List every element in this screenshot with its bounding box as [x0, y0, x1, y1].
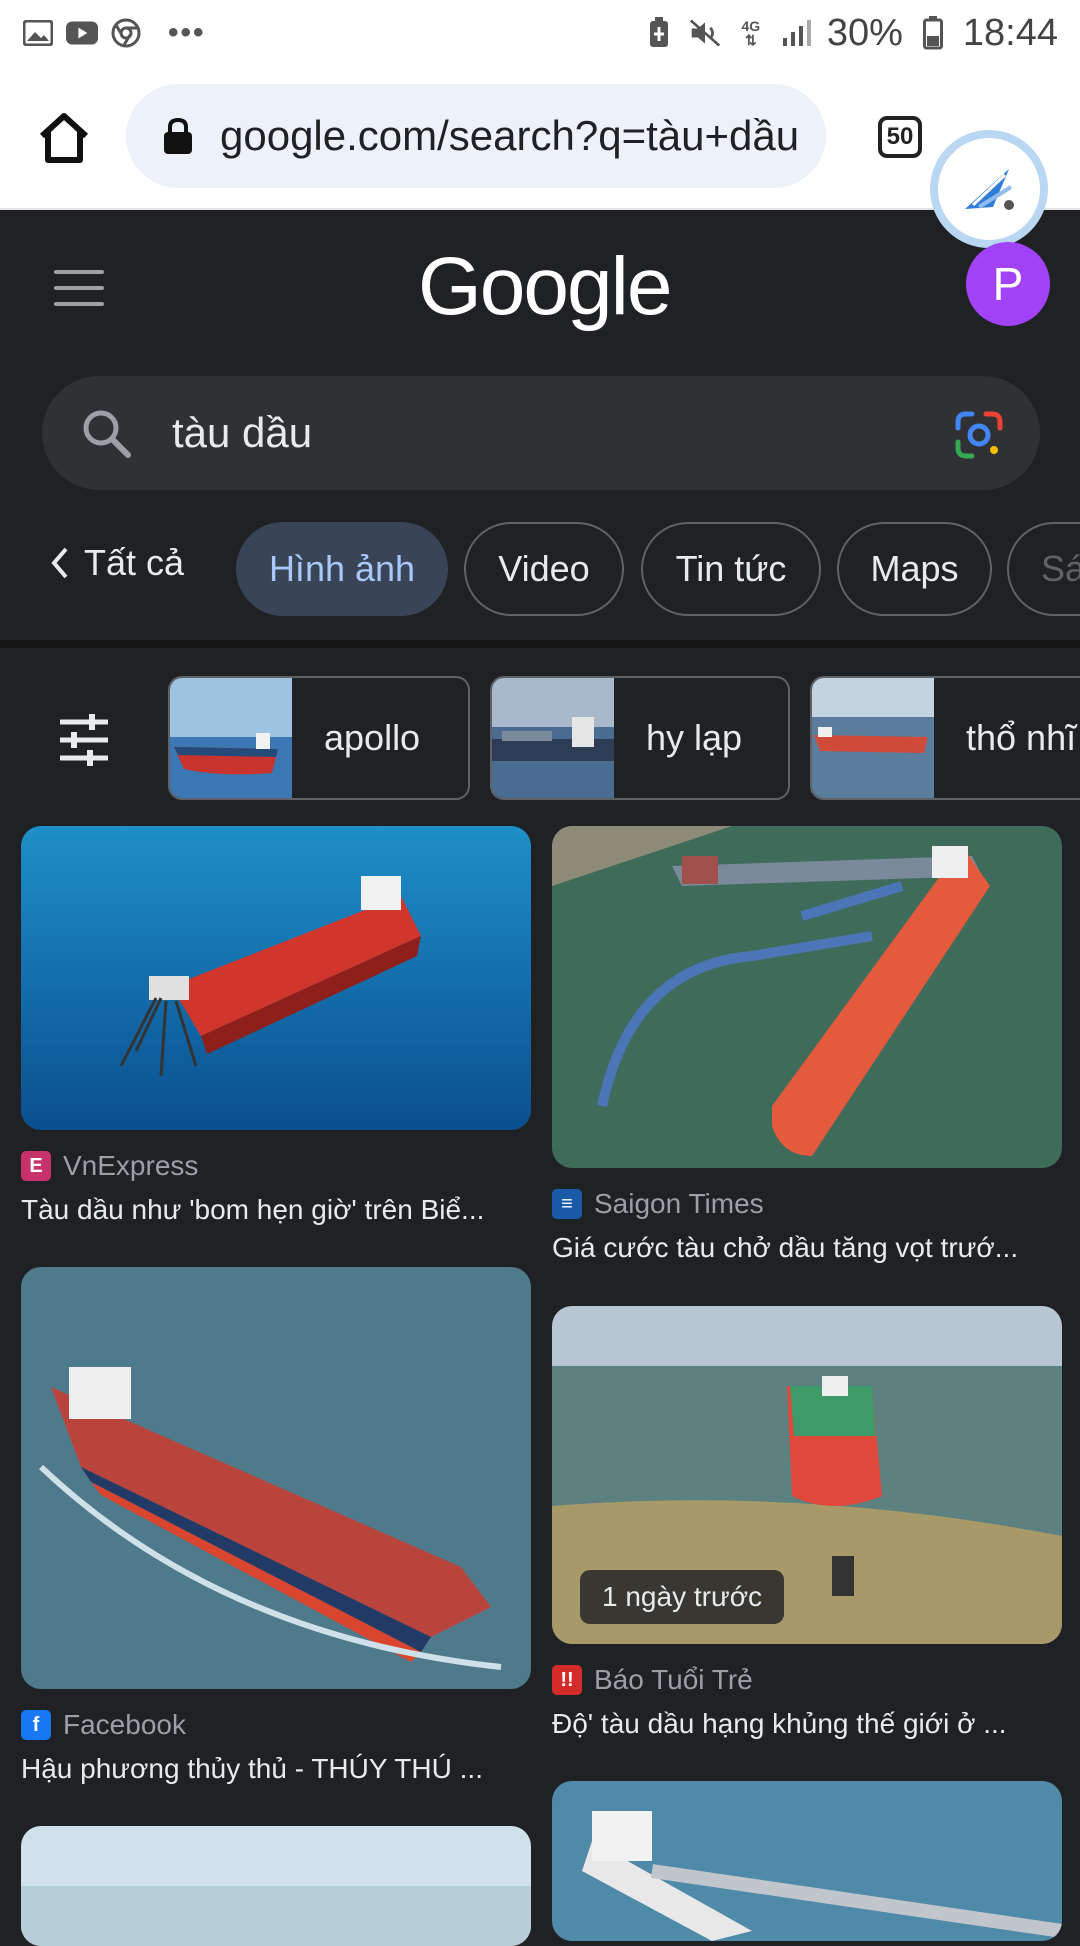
- signal-icon: [781, 19, 813, 47]
- ship-thumbnail: [170, 678, 292, 798]
- ship-thumbnail: [492, 678, 614, 798]
- feather-logo-icon: [965, 169, 1014, 210]
- home-icon: [39, 113, 89, 163]
- network-4g-icon: 4G ⇅: [741, 18, 761, 48]
- suggestion-chip-hy-lap[interactable]: hy lạp: [490, 676, 790, 800]
- filter-icon[interactable]: [56, 712, 112, 768]
- result-card[interactable]: [552, 1781, 1062, 1941]
- chevron-left-icon: [51, 547, 68, 579]
- google-logo[interactable]: Google: [418, 240, 672, 334]
- vnexpress-favicon-icon: E: [21, 1151, 51, 1181]
- search-tabs: Tất cả Hình ảnh Video Tin tức Maps Sá: [0, 522, 1080, 618]
- browser-toolbar: google.com/search?q=tàu+dầu 50: [0, 66, 1080, 248]
- result-image[interactable]: [21, 1267, 531, 1689]
- result-image[interactable]: [21, 826, 531, 1130]
- battery-icon: [917, 16, 949, 50]
- result-title[interactable]: Độ' tàu dầu hạng khủng thế giới ở ...: [552, 1708, 1062, 1740]
- status-bar: ••• 4G ⇅ 30% 18:44: [0, 0, 1080, 66]
- result-title[interactable]: Tàu dầu như 'bom hẹn giờ' trên Biể...: [21, 1194, 531, 1226]
- more-dots-icon: •••: [168, 16, 206, 49]
- account-avatar[interactable]: P: [966, 242, 1050, 326]
- tab-shopping[interactable]: Sá: [1007, 522, 1080, 616]
- result-card[interactable]: E VnExpress Tàu dầu như 'bom hẹn giờ' tr…: [21, 826, 531, 1226]
- result-source: Saigon Times: [594, 1188, 764, 1219]
- result-card[interactable]: [21, 1826, 531, 1946]
- google-lens-icon[interactable]: [954, 410, 1004, 460]
- tab-images[interactable]: Hình ảnh: [236, 522, 448, 616]
- clock: 18:44: [962, 11, 1058, 54]
- result-image[interactable]: [21, 1826, 531, 1946]
- tab-all[interactable]: Tất cả: [50, 542, 184, 584]
- extension-button[interactable]: [930, 130, 1048, 248]
- url-text: google.com/search?q=tàu+dầu: [220, 112, 800, 159]
- result-source: Facebook: [63, 1709, 186, 1740]
- suggestion-chip-tho-nhi[interactable]: thổ nhĩ: [810, 676, 1080, 800]
- battery-percent: 30%: [826, 11, 903, 54]
- result-source: Báo Tuổi Trẻ: [594, 1664, 753, 1695]
- search-icon: [83, 410, 131, 458]
- header-divider: [0, 640, 1080, 648]
- tab-maps[interactable]: Maps: [837, 522, 992, 616]
- result-title[interactable]: Hậu phương thủy thủ - THÚY THÚ ...: [21, 1753, 531, 1785]
- tab-news[interactable]: Tin tức: [641, 522, 821, 616]
- result-image[interactable]: 1 ngày trước: [552, 1306, 1062, 1644]
- tuoi-tre-favicon-icon: !!: [552, 1665, 582, 1695]
- search-query[interactable]: tàu dầu: [172, 409, 312, 457]
- image-icon: [22, 19, 54, 47]
- mute-icon: [689, 19, 721, 47]
- address-bar[interactable]: google.com/search?q=tàu+dầu: [126, 84, 826, 188]
- search-box[interactable]: tàu dầu: [42, 376, 1040, 490]
- result-card[interactable]: ≡ Saigon Times Giá cước tàu chở dầu tăng…: [552, 826, 1062, 1264]
- result-image[interactable]: [552, 1781, 1062, 1941]
- saigon-times-favicon-icon: ≡: [552, 1189, 582, 1219]
- home-button[interactable]: [36, 110, 92, 166]
- result-title[interactable]: Giá cước tàu chở dầu tăng vọt trướ...: [552, 1232, 1062, 1264]
- result-card[interactable]: f Facebook Hậu phương thủy thủ - THÚY TH…: [21, 1267, 531, 1785]
- chrome-icon: [110, 18, 142, 48]
- hamburger-menu-icon[interactable]: [54, 270, 104, 306]
- result-image[interactable]: [552, 826, 1062, 1168]
- tab-video[interactable]: Video: [464, 522, 624, 616]
- lock-icon: [164, 117, 192, 154]
- youtube-icon: [66, 19, 98, 47]
- suggestion-chip-apollo[interactable]: apollo: [168, 676, 470, 800]
- result-source: VnExpress: [63, 1150, 199, 1181]
- result-age-badge: 1 ngày trước: [580, 1570, 785, 1624]
- ship-thumbnail: [812, 678, 934, 798]
- tab-switcher-button[interactable]: 50: [878, 116, 922, 158]
- result-card[interactable]: 1 ngày trước !! Báo Tuổi Trẻ Độ' tàu dầu…: [552, 1306, 1062, 1740]
- battery-saver-icon: [643, 17, 675, 47]
- facebook-favicon-icon: f: [21, 1710, 51, 1740]
